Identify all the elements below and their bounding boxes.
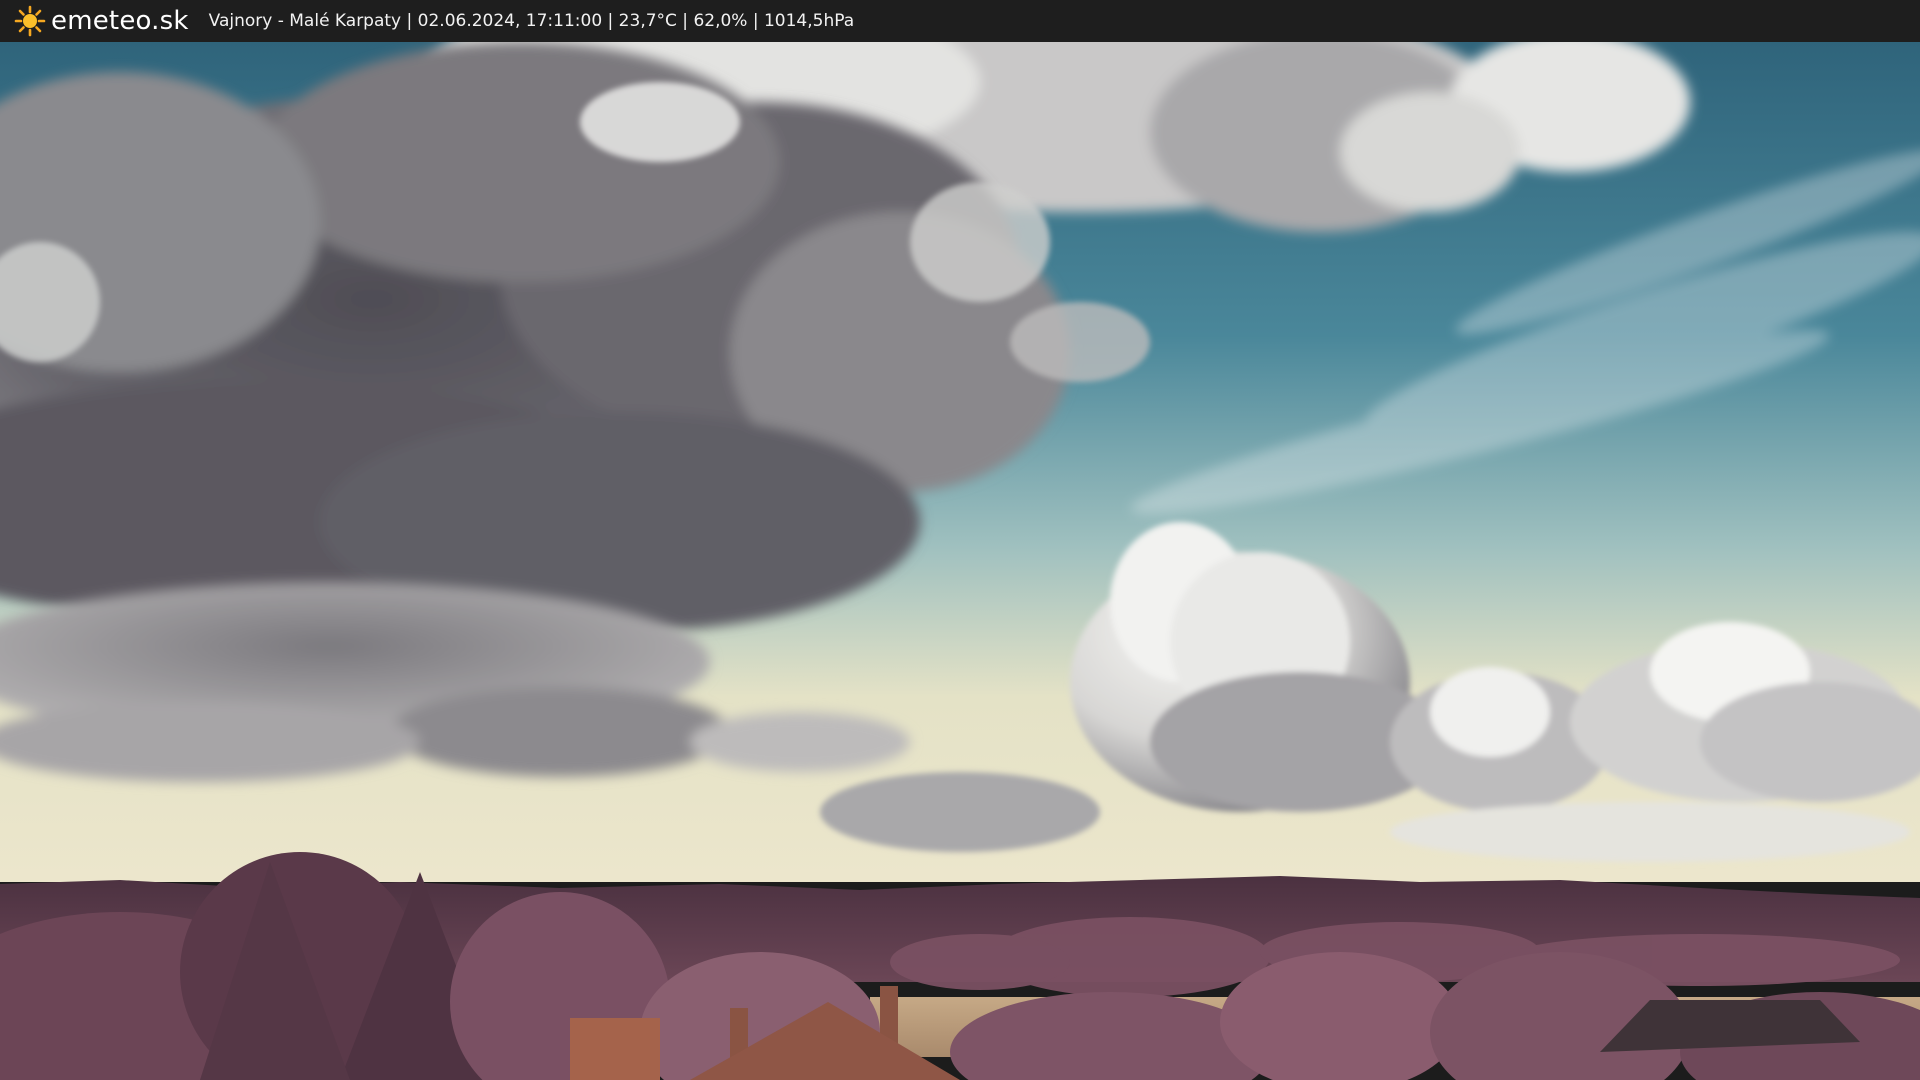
station-info: Vajnory - Malé Karpaty | 02.06.2024, 17:… (208, 11, 855, 31)
webcam-scene (0, 42, 1920, 1080)
webcam-image (0, 42, 1920, 1080)
brand-logo[interactable]: emeteo.sk (14, 5, 189, 37)
sun-icon (14, 5, 46, 37)
brand-name: emeteo.sk (51, 6, 189, 36)
top-bar: emeteo.sk Vajnory - Malé Karpaty | 02.06… (0, 0, 1920, 42)
